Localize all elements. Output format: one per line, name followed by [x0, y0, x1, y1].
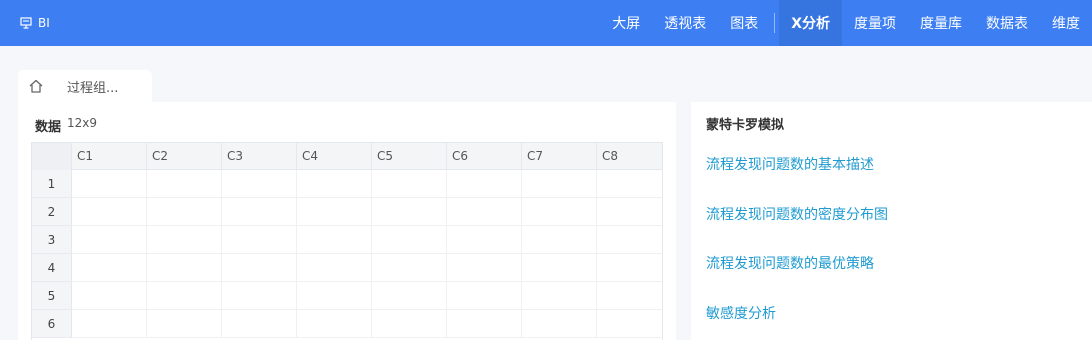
simulation-panel: 蒙特卡罗模拟 流程发现问题数的基本描述 流程发现问题数的密度分布图 流程发现问题… — [691, 102, 1092, 340]
grid-corner[interactable] — [32, 143, 72, 170]
row-header[interactable]: 3 — [32, 226, 72, 254]
grid-cell[interactable] — [597, 310, 662, 338]
grid-cell[interactable] — [297, 310, 372, 338]
column-header[interactable]: C3 — [222, 143, 297, 170]
column-header[interactable]: C6 — [447, 143, 522, 170]
link-optimal-strategy[interactable]: 流程发现问题数的最优策略 — [706, 253, 874, 273]
grid-cell[interactable] — [447, 170, 522, 198]
row-header[interactable]: 1 — [32, 170, 72, 198]
grid-cell[interactable] — [222, 170, 297, 198]
grid-cell[interactable] — [597, 282, 662, 310]
column-header[interactable]: C8 — [597, 143, 662, 170]
grid-cell[interactable] — [522, 170, 597, 198]
brand[interactable]: BI — [20, 0, 50, 46]
column-header[interactable]: C7 — [522, 143, 597, 170]
grid-cell[interactable] — [522, 226, 597, 254]
link-basic-description[interactable]: 流程发现问题数的基本描述 — [706, 154, 874, 174]
nav-item-measure-library[interactable]: 度量库 — [908, 0, 974, 46]
grid-cell[interactable] — [222, 282, 297, 310]
nav-item-big-screen[interactable]: 大屏 — [600, 0, 652, 46]
grid-cell[interactable] — [147, 254, 222, 282]
grid-cell[interactable] — [372, 282, 447, 310]
grid-cell[interactable] — [522, 198, 597, 226]
grid-cell[interactable] — [597, 254, 662, 282]
grid-cell[interactable] — [447, 282, 522, 310]
nav-item-data-tables[interactable]: 数据表 — [974, 0, 1040, 46]
grid-cell[interactable] — [147, 282, 222, 310]
dashboard-icon — [20, 17, 32, 29]
page-tab[interactable]: 过程组... — [18, 70, 152, 102]
grid-cell[interactable] — [522, 254, 597, 282]
grid-cell[interactable] — [297, 254, 372, 282]
grid-cell[interactable] — [297, 226, 372, 254]
home-icon[interactable] — [28, 78, 44, 94]
grid-cell[interactable] — [372, 310, 447, 338]
grid-cell[interactable] — [447, 198, 522, 226]
grid-cell[interactable] — [72, 226, 147, 254]
grid-cell[interactable] — [297, 282, 372, 310]
data-panel-title: 数据 — [35, 120, 62, 135]
grid-cell[interactable] — [597, 226, 662, 254]
grid-cell[interactable] — [297, 170, 372, 198]
grid-cell[interactable] — [222, 198, 297, 226]
data-dimensions: 12x9 — [67, 116, 98, 130]
grid-cell[interactable] — [522, 310, 597, 338]
grid-cell[interactable] — [72, 310, 147, 338]
grid-cell[interactable] — [72, 254, 147, 282]
link-density-distribution[interactable]: 流程发现问题数的密度分布图 — [706, 204, 888, 224]
grid-cell[interactable] — [222, 310, 297, 338]
grid-cell[interactable] — [447, 254, 522, 282]
grid-cell[interactable] — [147, 170, 222, 198]
grid-cell[interactable] — [147, 310, 222, 338]
main-nav: 大屏 透视表 图表 X分析 度量项 度量库 数据表 维度 — [600, 0, 1092, 46]
grid-cell[interactable] — [597, 198, 662, 226]
link-sensitivity-analysis[interactable]: 敏感度分析 — [706, 303, 776, 323]
grid-cell[interactable] — [522, 282, 597, 310]
simulation-title: 蒙特卡罗模拟 — [706, 118, 785, 133]
grid-cell[interactable] — [372, 226, 447, 254]
grid-cell[interactable] — [72, 282, 147, 310]
nav-divider — [774, 13, 776, 33]
row-header[interactable]: 4 — [32, 254, 72, 282]
data-grid[interactable]: C1 C2 C3 C4 C5 C6 C7 C8 1 2 3 4 5 6 — [31, 142, 663, 340]
column-header[interactable]: C4 — [297, 143, 372, 170]
column-header[interactable]: C1 — [72, 143, 147, 170]
nav-item-pivot-table[interactable]: 透视表 — [652, 0, 718, 46]
row-header[interactable]: 2 — [32, 198, 72, 226]
grid-cell[interactable] — [147, 198, 222, 226]
top-navbar: BI 大屏 透视表 图表 X分析 度量项 度量库 数据表 维度 — [0, 0, 1092, 46]
data-panel: 数据 12x9 C1 C2 C3 C4 C5 C6 C7 C8 1 2 3 4 5 6 — [18, 102, 676, 340]
grid-cell[interactable] — [372, 170, 447, 198]
nav-item-measures[interactable]: 度量项 — [842, 0, 908, 46]
grid-cell[interactable] — [447, 226, 522, 254]
grid-cell[interactable] — [222, 254, 297, 282]
nav-item-x-analysis[interactable]: X分析 — [779, 0, 842, 46]
column-header[interactable]: C5 — [372, 143, 447, 170]
grid-cell[interactable] — [72, 170, 147, 198]
grid-cell[interactable] — [372, 254, 447, 282]
column-header[interactable]: C2 — [147, 143, 222, 170]
nav-item-dimensions[interactable]: 维度 — [1040, 0, 1092, 46]
grid-cell[interactable] — [72, 198, 147, 226]
grid-cell[interactable] — [297, 198, 372, 226]
grid-cell[interactable] — [372, 198, 447, 226]
grid-cell[interactable] — [447, 310, 522, 338]
nav-item-charts[interactable]: 图表 — [718, 0, 770, 46]
grid-cell[interactable] — [597, 170, 662, 198]
grid-cell[interactable] — [147, 226, 222, 254]
brand-label: BI — [38, 16, 50, 30]
row-header[interactable]: 6 — [32, 310, 72, 338]
grid-cell[interactable] — [222, 226, 297, 254]
row-header[interactable]: 5 — [32, 282, 72, 310]
tab-label: 过程组... — [67, 81, 119, 96]
